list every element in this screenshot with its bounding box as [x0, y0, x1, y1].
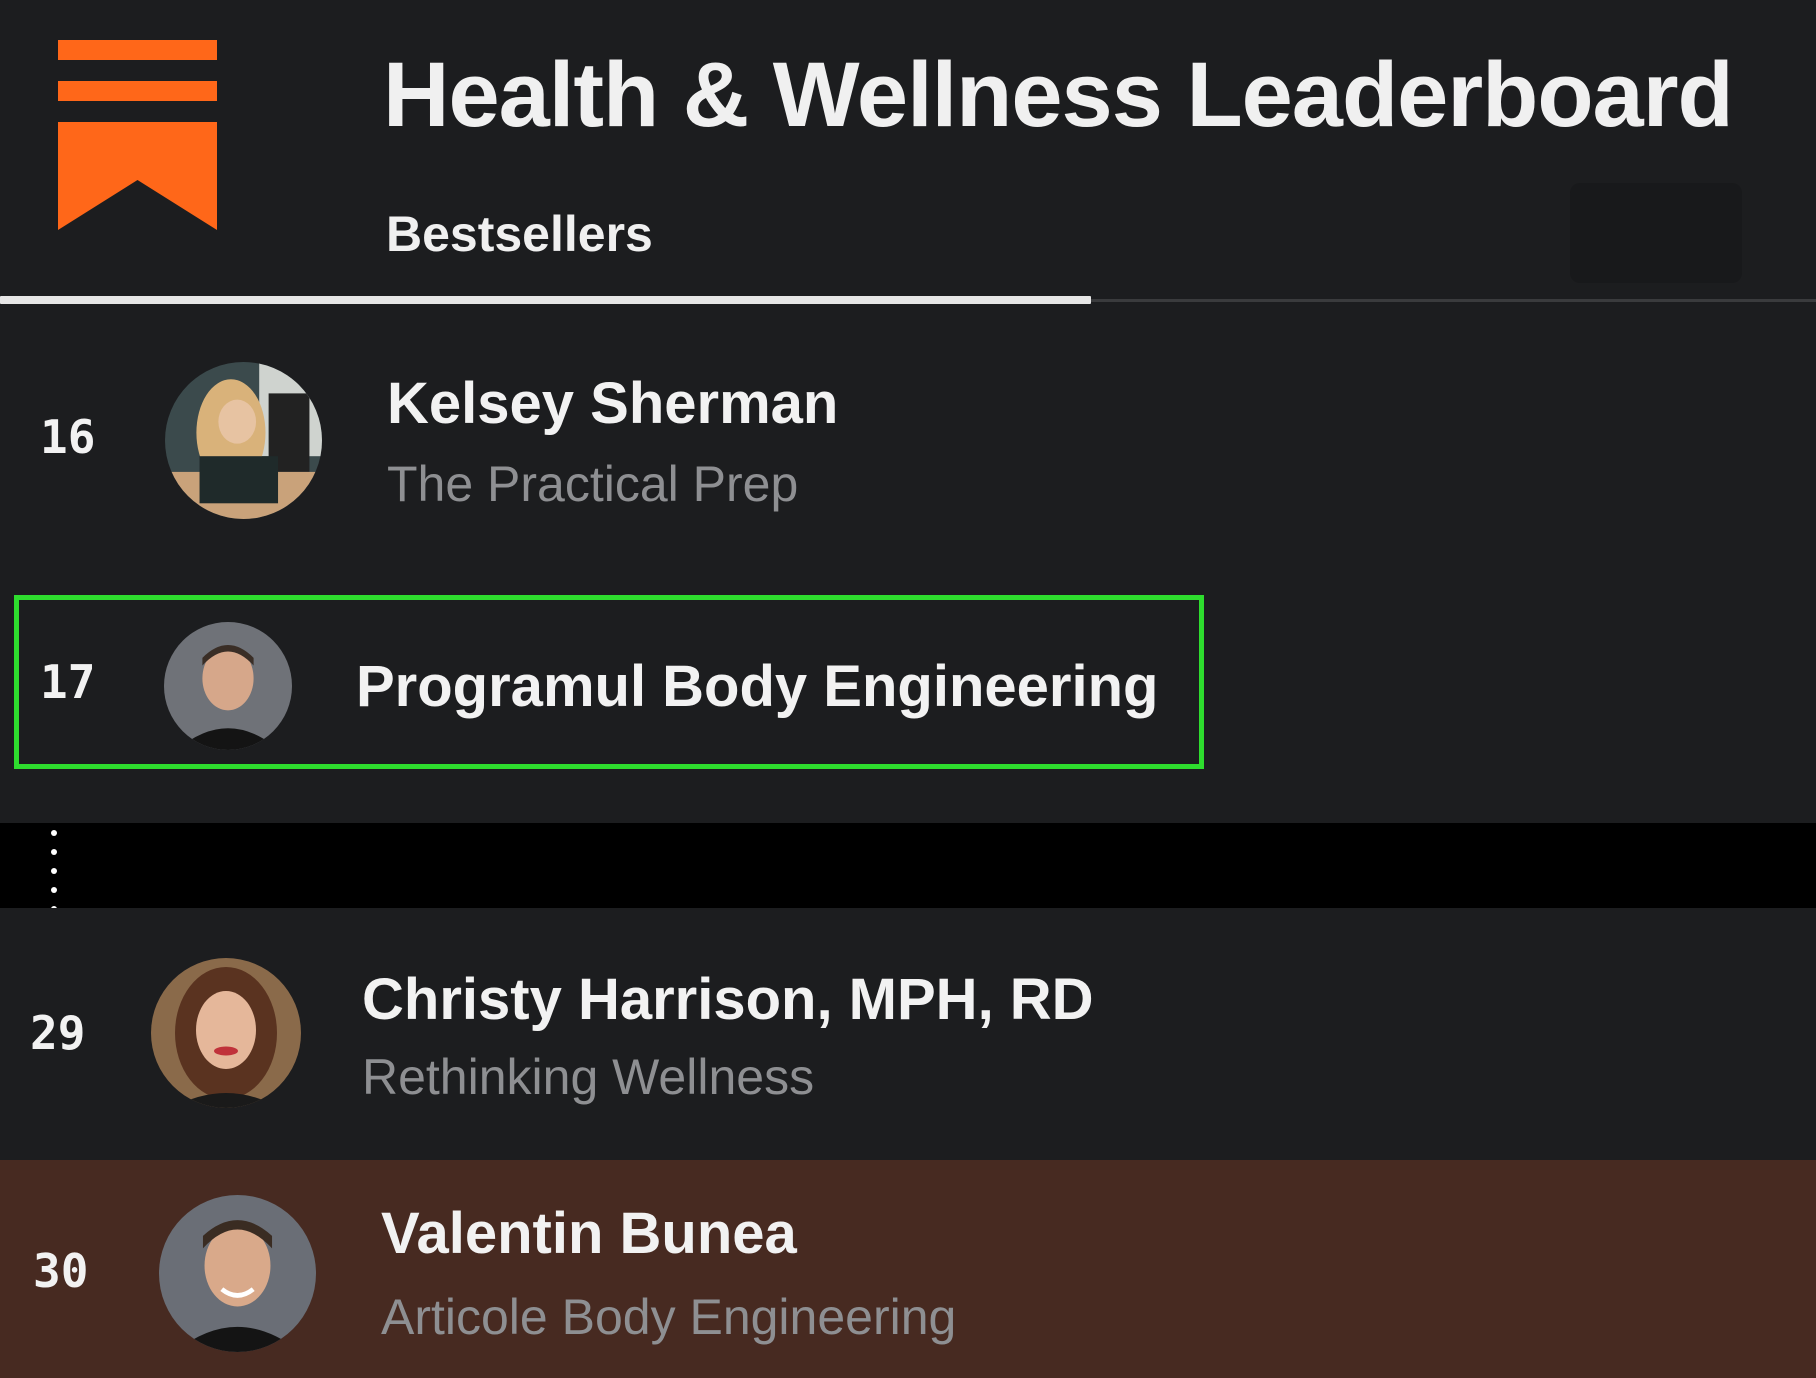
avatar: [159, 1195, 316, 1352]
avatar: [151, 958, 301, 1108]
rank-number: 17: [40, 655, 96, 709]
publication-name: Rethinking Wellness: [362, 1049, 815, 1105]
leaderboard-row[interactable]: 29 Christy Harrison, MPH, RD Rethinking …: [0, 908, 1816, 1160]
author-name: Valentin Bunea: [381, 1201, 797, 1266]
leaderboard-row-current-user[interactable]: 30 Valentin Bunea Articole Body Engineer…: [0, 1160, 1816, 1378]
tab-active-indicator: [0, 296, 1091, 304]
publication-name: The Practical Prep: [387, 456, 799, 512]
leaderboard-row-highlighted[interactable]: 17 Programul Body Engineering: [0, 580, 1816, 823]
avatar: [165, 362, 322, 519]
publication-name: Articole Body Engineering: [381, 1289, 957, 1345]
tab-bestsellers[interactable]: Bestsellers: [386, 205, 653, 263]
author-name: Kelsey Sherman: [387, 371, 839, 436]
leaderboard-row[interactable]: 16 Kelsey Sherman The Practical Prep: [0, 340, 1816, 580]
list-gap: [0, 823, 1816, 908]
avatar: [164, 622, 292, 750]
author-name: Christy Harrison, MPH, RD: [362, 967, 1094, 1032]
rank-number: 16: [40, 410, 96, 464]
header-action-placeholder: [1570, 183, 1742, 283]
page-title: Health & Wellness Leaderboard: [383, 44, 1734, 146]
rank-number: 30: [33, 1244, 89, 1298]
rank-number: 29: [30, 1006, 86, 1060]
author-name: Programul Body Engineering: [356, 654, 1159, 719]
substack-logo-icon: [58, 40, 217, 230]
